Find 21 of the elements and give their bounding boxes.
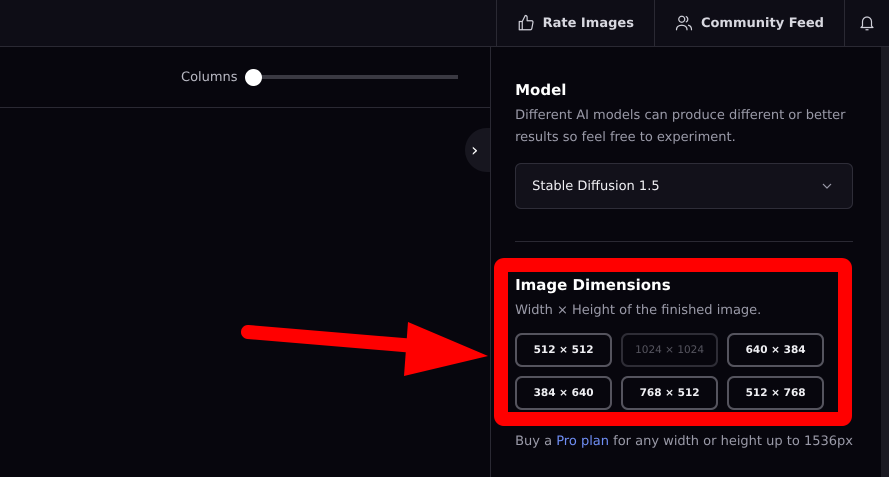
section-title: Model [515,81,568,99]
dimension-option[interactable]: 768 × 512 [621,376,718,410]
dimension-option[interactable]: 384 × 640 [515,376,612,410]
section-description: Width × Height of the finished image. [515,302,762,320]
upgrade-hint: Buy a Pro plan for any width or height up to 1536px [515,434,853,449]
section-title: Image Dimensions [515,276,672,294]
bell-icon [858,14,876,32]
users-icon [674,14,693,32]
slider-thumb[interactable] [244,68,262,86]
dimension-option[interactable]: 640 × 384 [727,333,824,367]
thumbs-up-icon [516,14,535,32]
expand-panel-button[interactable]: › [465,128,490,172]
columns-label: Columns [181,70,238,84]
dimension-option[interactable]: 512 × 768 [727,376,824,410]
nav-button[interactable]: Community Feed [654,0,844,46]
model-select[interactable]: Stable Diffusion 1.5 [515,163,853,209]
section-description: Different AI models can produce different or better results so feel free to experiment. [515,107,847,147]
pro-plan-link[interactable]: Pro plan [556,434,610,449]
dimension-option[interactable]: 512 × 512 [515,333,612,367]
chevron-down-icon [822,183,832,189]
nav-button[interactable]: Rate Images [496,0,654,46]
